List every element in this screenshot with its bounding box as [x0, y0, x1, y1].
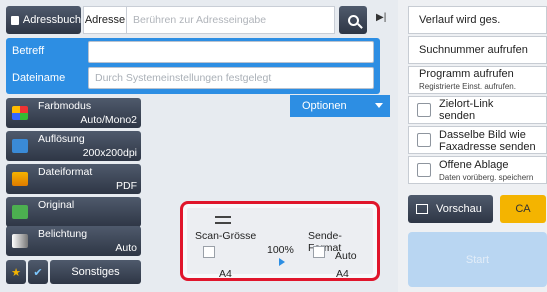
checkmark-icon: ✔ — [33, 266, 43, 279]
same-image-label-1: Dasselbe Bild wie — [439, 129, 526, 141]
scan-send-screen: Adressbuch Adresse Berühren zur Adressei… — [0, 0, 547, 292]
address-bar: Adressbuch Adresse Berühren zur Adressei… — [6, 6, 390, 34]
send-paper-value: A4 — [336, 268, 349, 280]
page-icon — [313, 246, 325, 258]
page-icon — [203, 246, 215, 258]
addressbook-icon — [11, 15, 19, 25]
checkbox[interactable] — [417, 133, 431, 147]
preview-label: Vorschau — [436, 203, 482, 215]
scan-size-label: Scan-Grösse — [195, 230, 257, 242]
mode-label: Dateiformat — [38, 166, 93, 178]
resolution-button[interactable]: Auflösung 200x200dpi — [6, 131, 141, 161]
filename-input[interactable]: Durch Systemeinstellungen festgelegt — [88, 67, 374, 89]
options-label: Optionen — [302, 100, 347, 112]
clear-all-button[interactable]: CA — [500, 195, 546, 223]
scan-paper-value: A4 — [219, 268, 232, 280]
scanner-icon — [215, 216, 231, 224]
subject-input[interactable] — [88, 41, 374, 63]
mode-value: PDF — [116, 180, 137, 192]
start-button[interactable]: Start — [408, 232, 547, 287]
mode-label: Belichtung — [38, 228, 88, 240]
right-panel: Verlauf wird ges. Suchnummer aufrufen Pr… — [408, 0, 547, 292]
mode-value: Auto — [115, 242, 137, 254]
preview-button[interactable]: Vorschau — [408, 195, 493, 223]
search-icon — [347, 14, 359, 26]
call-program-label: Programm aufrufen — [419, 68, 514, 80]
call-program-sub: Registrierte Einst. aufrufen. — [419, 82, 516, 91]
mode-value: 200x200dpi — [82, 147, 137, 159]
open-store-label: Offene Ablage — [439, 159, 509, 171]
dest-link-toggle[interactable]: Zielort-Link senden — [408, 96, 547, 124]
preview-icon — [416, 204, 428, 214]
addressbook-label: Adressbuch — [22, 14, 81, 26]
address-input[interactable]: Berühren zur Adresseingabe — [127, 6, 335, 34]
favorite-button[interactable]: ★ — [6, 260, 26, 284]
original-icon — [12, 205, 28, 219]
color-mode-button[interactable]: Farbmodus Auto/Mono2 — [6, 98, 141, 128]
filename-label: Dateiname — [12, 72, 66, 84]
open-store-toggle[interactable]: Offene Ablage Daten vorüberg. speichern — [408, 156, 547, 184]
resolution-icon — [12, 139, 28, 153]
checklist-button[interactable]: ✔ — [28, 260, 48, 284]
subject-filename-block: Betreff Dateiname Durch Systemeinstellun… — [6, 38, 380, 94]
mode-value: Auto/Mono2 — [80, 114, 137, 126]
address-label: Adresse — [83, 6, 127, 34]
send-auto-value: Auto — [335, 250, 357, 262]
color-mode-icon — [12, 106, 28, 120]
chevron-down-icon — [375, 103, 383, 108]
scan-size-panel-inner: Scan-Grösse Sende-Format 100% Auto A4 A4 — [187, 208, 373, 280]
others-button[interactable]: Sonstiges — [50, 260, 141, 284]
exposure-icon — [12, 234, 28, 248]
same-image-toggle[interactable]: Dasselbe Bild wie Faxadresse senden — [408, 126, 547, 154]
scan-size-panel[interactable]: Scan-Grösse Sende-Format 100% Auto A4 A4 — [180, 201, 380, 281]
addressbook-button[interactable]: Adressbuch — [6, 6, 81, 34]
mode-label: Farbmodus — [38, 100, 92, 112]
file-format-button[interactable]: Dateiformat PDF — [6, 164, 141, 194]
collapse-panel-icon[interactable]: ▶| — [376, 12, 386, 23]
star-icon: ★ — [11, 266, 21, 279]
history-button[interactable]: Verlauf wird ges. — [408, 6, 547, 34]
mode-label: Auflösung — [38, 133, 85, 145]
dest-link-label: Zielort-Link senden — [439, 98, 494, 122]
call-search-label: Suchnummer aufrufen — [419, 44, 528, 56]
same-image-label-2: Faxadresse senden — [439, 141, 536, 153]
ratio-value: 100% — [267, 244, 294, 256]
open-store-sub: Daten vorüberg. speichern — [439, 173, 534, 182]
checkbox[interactable] — [417, 103, 431, 117]
checkbox[interactable] — [417, 163, 431, 177]
file-format-icon — [12, 172, 28, 186]
options-button[interactable]: Optionen — [290, 95, 390, 117]
history-label: Verlauf wird ges. — [419, 14, 501, 26]
call-program-button[interactable]: Programm aufrufen Registrierte Einst. au… — [408, 66, 547, 94]
original-button[interactable]: Original — [6, 197, 141, 227]
mode-label: Original — [38, 199, 75, 211]
bottom-tray: ★ ✔ Sonstiges — [6, 260, 141, 284]
subject-label: Betreff — [12, 45, 45, 57]
exposure-button[interactable]: Belichtung Auto — [6, 226, 141, 256]
main-area: Adressbuch Adresse Berühren zur Adressei… — [0, 0, 398, 292]
arrow-right-icon — [279, 258, 285, 266]
start-label: Start — [465, 253, 490, 266]
call-search-button[interactable]: Suchnummer aufrufen — [408, 36, 547, 64]
search-button[interactable] — [339, 6, 367, 34]
